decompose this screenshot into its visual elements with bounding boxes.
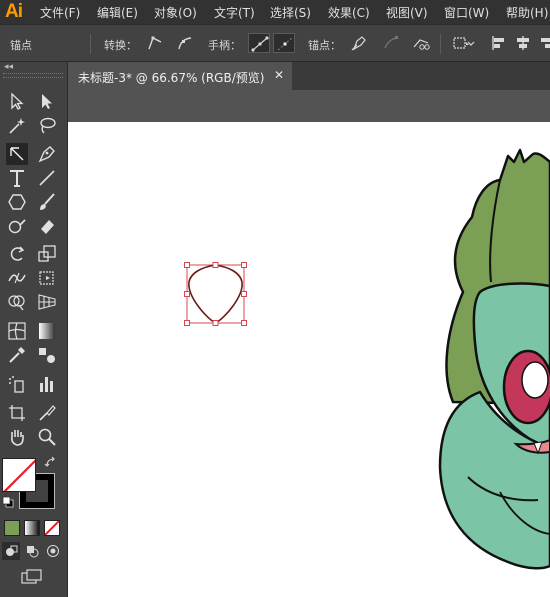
- tab-document[interactable]: 未标题-3* @ 66.67% (RGB/预览) ✕: [68, 62, 292, 90]
- menu-object[interactable]: 对象(O): [154, 4, 197, 21]
- anchor-handles: [184, 262, 247, 326]
- eyedropper-tool-icon[interactable]: [6, 344, 28, 366]
- tools-panel: ◂◂: [0, 62, 68, 597]
- control-separator: [440, 34, 441, 54]
- hide-handles-icon[interactable]: [273, 33, 295, 53]
- convert-to-corner-icon[interactable]: [144, 33, 166, 53]
- gradient-tool-icon[interactable]: [36, 320, 58, 342]
- shaper-tool-icon[interactable]: [6, 215, 28, 237]
- connect-endpoints-icon[interactable]: [380, 33, 402, 53]
- none-mode-icon[interactable]: [44, 520, 60, 536]
- document-tab-bar: 未标题-3* @ 66.67% (RGB/预览) ✕: [68, 62, 550, 90]
- menu-file[interactable]: 文件(F): [40, 4, 80, 21]
- shape-builder-tool-icon[interactable]: [6, 291, 28, 313]
- polygon-tool-icon[interactable]: [6, 191, 28, 213]
- zoom-tool-icon[interactable]: [36, 426, 58, 448]
- close-icon[interactable]: ✕: [274, 68, 284, 82]
- handles-label: 手柄：: [208, 39, 241, 52]
- artwork: [184, 148, 550, 570]
- mesh-tool-icon[interactable]: [6, 320, 28, 342]
- eraser-tool-icon[interactable]: [36, 215, 58, 237]
- selection-tool-icon[interactable]: [6, 90, 28, 112]
- type-tool-icon[interactable]: [6, 167, 28, 189]
- rotate-tool-icon[interactable]: [6, 243, 28, 265]
- anchor-label: 锚点：: [308, 39, 341, 52]
- draw-behind-icon[interactable]: [23, 542, 41, 560]
- document-tab-title: 未标题-3* @ 66.67% (RGB/预览): [78, 71, 265, 85]
- collapse-panel-icon[interactable]: ◂◂: [4, 62, 13, 72]
- control-bar: 锚点 转换： 手柄： 锚点：: [0, 24, 550, 62]
- gradient-mode-icon[interactable]: [24, 520, 40, 536]
- show-handles-icon[interactable]: [248, 33, 270, 53]
- free-transform-tool-icon[interactable]: [36, 267, 58, 289]
- perspective-grid-tool-icon[interactable]: [36, 291, 58, 313]
- paintbrush-tool-icon[interactable]: [36, 191, 58, 213]
- control-separator: [90, 34, 91, 54]
- screen-mode-icon[interactable]: [20, 568, 44, 586]
- menu-type[interactable]: 文字(T): [214, 4, 255, 21]
- fill-swatch-front[interactable]: [2, 458, 36, 492]
- lasso-tool-icon[interactable]: [36, 115, 58, 137]
- selection-type-label: 锚点: [10, 39, 32, 52]
- pen-tool-active-icon[interactable]: [6, 143, 28, 165]
- default-fill-stroke-icon[interactable]: [2, 496, 14, 508]
- remove-anchor-icon[interactable]: [348, 33, 370, 53]
- menu-help[interactable]: 帮助(H): [506, 4, 548, 21]
- menu-window[interactable]: 窗口(W): [444, 4, 489, 21]
- panel-grip[interactable]: [3, 73, 63, 78]
- curvature-pen-tool-icon[interactable]: [36, 143, 58, 165]
- menu-bar: Ai 文件(F) 编辑(E) 对象(O) 文字(T) 选择(S) 效果(C) 视…: [0, 0, 550, 24]
- artboard-tool-icon[interactable]: [6, 402, 28, 424]
- symbol-sprayer-tool-icon[interactable]: [6, 373, 28, 395]
- align-center-icon[interactable]: [512, 33, 534, 53]
- artboard-canvas[interactable]: [68, 122, 550, 597]
- scale-tool-icon[interactable]: [36, 243, 58, 265]
- hand-tool-icon[interactable]: [6, 426, 28, 448]
- menu-edit[interactable]: 编辑(E): [97, 4, 138, 21]
- cut-path-icon[interactable]: [410, 33, 432, 53]
- draw-normal-icon[interactable]: [2, 542, 20, 560]
- direct-selection-tool-icon[interactable]: [36, 90, 58, 112]
- convert-label: 转换：: [104, 39, 137, 52]
- magic-wand-tool-icon[interactable]: [6, 115, 28, 137]
- align-left-icon[interactable]: [488, 33, 510, 53]
- chevron-down-icon[interactable]: [465, 33, 477, 53]
- column-graph-tool-icon[interactable]: [36, 373, 58, 395]
- path-bounding-box: [186, 264, 245, 324]
- app-logo: Ai: [5, 1, 23, 22]
- slice-tool-icon[interactable]: [36, 402, 58, 424]
- menu-select[interactable]: 选择(S): [270, 4, 311, 21]
- swap-fill-stroke-icon[interactable]: [44, 456, 58, 470]
- align-right-icon[interactable]: [535, 33, 550, 53]
- color-mode-icon[interactable]: [4, 520, 20, 536]
- menu-view[interactable]: 视图(V): [386, 4, 428, 21]
- selected-path: [188, 264, 243, 324]
- eye-pupil: [521, 361, 549, 399]
- blend-tool-icon[interactable]: [36, 344, 58, 366]
- line-segment-tool-icon[interactable]: [36, 167, 58, 189]
- menu-effect[interactable]: 效果(C): [328, 4, 370, 21]
- width-tool-icon[interactable]: [6, 267, 28, 289]
- draw-inside-icon[interactable]: [44, 542, 62, 560]
- convert-to-smooth-icon[interactable]: [174, 33, 196, 53]
